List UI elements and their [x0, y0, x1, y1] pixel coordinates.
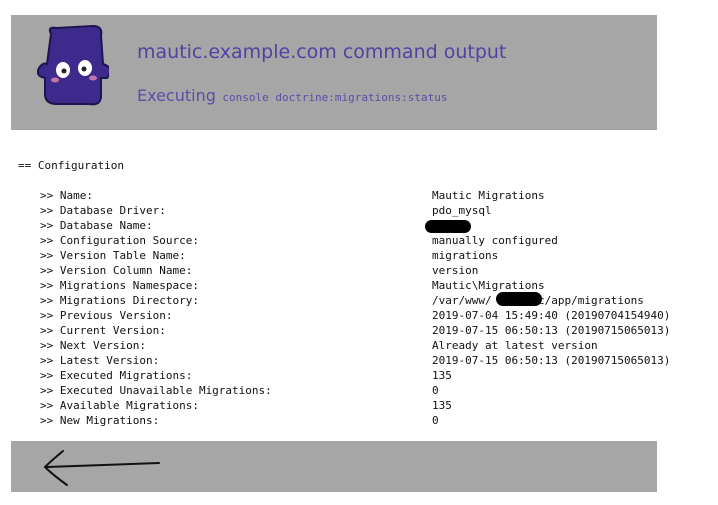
config-label: >> Previous Version:	[40, 309, 173, 322]
config-label: >> Current Version:	[40, 324, 166, 337]
config-value: manually configured	[432, 234, 558, 247]
config-row: >> Configuration Source: manually configu…	[18, 233, 558, 248]
config-label: >> New Migrations:	[40, 414, 160, 427]
config-value: Already at latest version	[432, 339, 598, 352]
config-list: >> Name: Mautic Migrations >> Database Dri…	[18, 188, 670, 428]
config-row: >> Migrations Namespace: Mautic\Migration…	[18, 278, 545, 293]
config-label: >> Available Migrations:	[40, 399, 199, 412]
back-arrow-icon[interactable]	[39, 447, 163, 487]
config-row: >> Executed Migrations: 135	[18, 368, 452, 383]
config-label: >> Migrations Namespace:	[40, 279, 199, 292]
page-title: mautic.example.com command output	[137, 41, 507, 63]
config-row: >> Executed Unavailable Migrations: 0	[18, 383, 439, 398]
config-value: 2019-07-15 06:50:13 (20190715065013)	[432, 354, 671, 367]
config-value: version	[432, 264, 479, 277]
config-label: >> Next Version:	[40, 339, 146, 352]
config-value: 2019-07-04 15:49:40 (20190704154940)	[432, 309, 671, 322]
config-label: >> Executed Unavailable Migrations:	[40, 384, 272, 397]
section-heading: == Configuration	[18, 159, 124, 172]
config-label: >> Database Name:	[40, 219, 153, 232]
header-panel: mautic.example.com command output Execut…	[11, 15, 657, 130]
config-row: >> Database Driver: pdo_mysql	[18, 203, 492, 218]
redaction-directory	[496, 292, 542, 306]
config-label: >> Version Table Name:	[40, 249, 186, 262]
command-line: Executing console doctrine:migrations:st…	[137, 86, 448, 106]
config-value: pdo_mysql	[432, 204, 492, 217]
config-label: >> Configuration Source:	[40, 234, 199, 247]
config-label: >> Version Column Name:	[40, 264, 193, 277]
config-row: >> Version Column Name: version	[18, 263, 478, 278]
config-value: 0	[432, 414, 439, 427]
config-row: >> Current Version: 2019-07-15 06:50:13 (…	[18, 323, 670, 338]
config-value: Mautic\Migrations	[432, 279, 545, 292]
config-row: >> Available Migrations: 135	[18, 398, 452, 413]
config-row: >> Migrations Directory:/var/www/ /mauti…	[18, 293, 644, 308]
config-value: 135	[432, 369, 452, 382]
config-row: >> Database Name:4db	[18, 218, 452, 233]
redaction-database-name	[425, 220, 471, 233]
footer-panel	[11, 441, 657, 492]
config-label: >> Executed Migrations:	[40, 369, 193, 382]
config-row: >> Previous Version: 2019-07-04 15:49:40 …	[18, 308, 670, 323]
config-value: 2019-07-15 06:50:13 (20190715065013)	[432, 324, 671, 337]
config-row: >> Latest Version: 2019-07-15 06:50:13 (2…	[18, 353, 670, 368]
config-row: >> Version Table Name: migrations	[18, 248, 498, 263]
config-value: 135	[432, 399, 452, 412]
console-output: == Configuration >> Name: Mautic Migratio…	[18, 158, 670, 428]
config-label: >> Database Driver:	[40, 204, 166, 217]
config-label: >> Latest Version:	[40, 354, 160, 367]
mautic-mascot-icon	[37, 24, 109, 106]
config-row: >> Name: Mautic Migrations	[18, 188, 545, 203]
config-label: >> Name:	[40, 189, 93, 202]
config-value: Mautic Migrations	[432, 189, 545, 202]
executing-label: Executing	[137, 86, 216, 105]
config-label: >> Migrations Directory:	[40, 294, 199, 307]
config-value: migrations	[432, 249, 499, 262]
config-row: >> Next Version: Already at latest versio…	[18, 338, 598, 353]
config-value: 0	[432, 384, 439, 397]
command-text: console doctrine:migrations:status	[222, 91, 448, 104]
config-row: >> New Migrations: 0	[18, 413, 439, 428]
